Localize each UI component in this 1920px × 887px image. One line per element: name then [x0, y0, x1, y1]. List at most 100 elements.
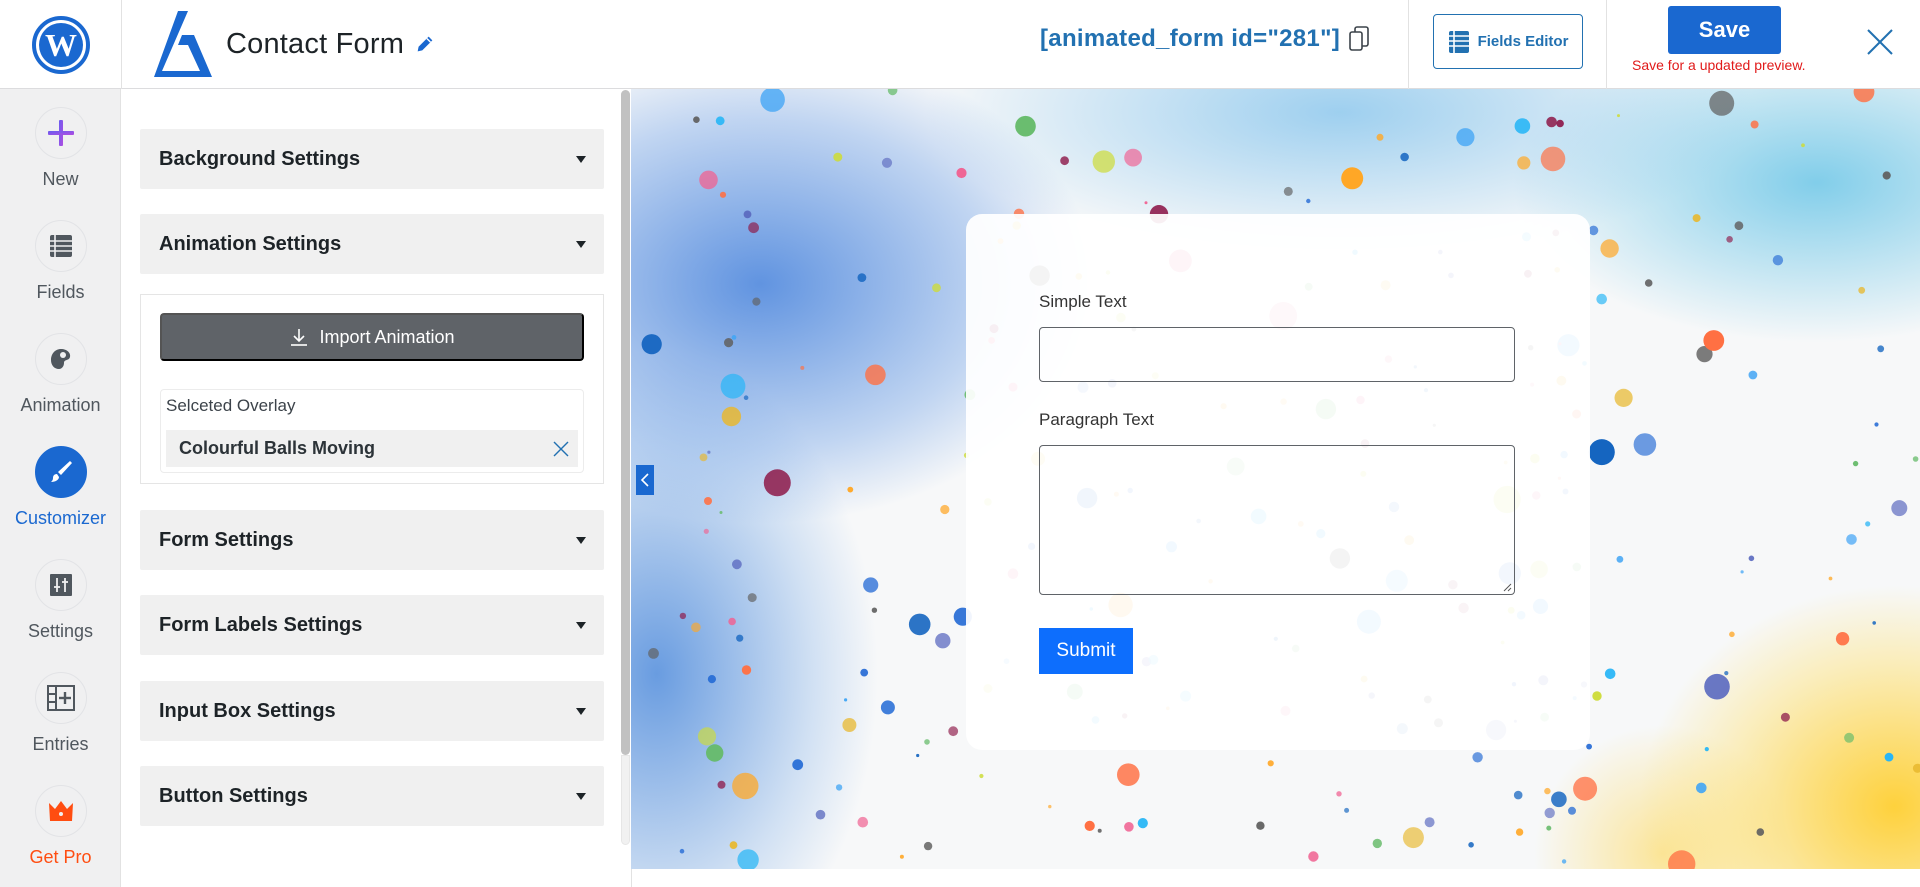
overlay-ball [1573, 776, 1598, 801]
accordion-input-box-settings[interactable]: Input Box Settings [140, 681, 604, 741]
overlay-ball [1884, 752, 1894, 762]
overlay-ball [1586, 743, 1592, 750]
overlay-ball [1853, 89, 1875, 103]
shortcode-text: [animated_form id="281"] [1040, 25, 1341, 52]
field-label-simple-text: Simple Text [1039, 292, 1127, 311]
save-button[interactable]: Save [1668, 6, 1781, 54]
overlay-ball [847, 486, 854, 493]
collapse-panel-button[interactable] [636, 465, 654, 495]
overlay-ball [916, 753, 920, 758]
form-title-area: Contact Form [148, 6, 436, 82]
overlay-ball [979, 773, 984, 779]
overlay-ball [1376, 133, 1384, 141]
overlay-ball [1144, 201, 1148, 205]
overlay-ball [1724, 671, 1729, 676]
overlay-ball [728, 617, 736, 626]
header-divider [1408, 0, 1409, 89]
accordion-form-labels-settings[interactable]: Form Labels Settings [140, 595, 604, 655]
overlay-ball [736, 634, 744, 642]
nav-label: Settings [27, 621, 94, 641]
remove-overlay-icon[interactable] [550, 438, 572, 460]
overlay-ball [648, 648, 659, 659]
overlay-ball [1912, 456, 1919, 462]
overlay-ball [833, 152, 843, 162]
fields-editor-button[interactable]: Fields Editor [1433, 14, 1583, 69]
download-icon [291, 329, 308, 346]
overlay-ball [1424, 817, 1435, 828]
nav-item-customizer[interactable]: Customizer [0, 446, 121, 529]
overlay-ball [1592, 691, 1602, 701]
overlay-ball [1568, 806, 1576, 815]
accordion-form-settings[interactable]: Form Settings [140, 510, 604, 570]
nav-icon-wrap [34, 672, 87, 724]
nav-item-settings[interactable]: Settings [0, 559, 121, 642]
selected-overlay-box: Selceted Overlay Colourful Balls Moving [160, 389, 584, 473]
overlay-ball [1858, 286, 1866, 294]
overlay-ball [792, 759, 804, 771]
nav-item-get-pro[interactable]: Get Pro [0, 785, 121, 868]
overlay-ball [1704, 747, 1709, 752]
accordion-animation-settings[interactable]: Animation Settings [140, 214, 604, 274]
table-plus-icon [46, 685, 75, 711]
overlay-ball [1912, 763, 1920, 773]
nav-label: New [42, 169, 79, 189]
overlay-ball [835, 784, 843, 791]
overlay-ball [1048, 804, 1052, 809]
import-animation-button[interactable]: Import Animation [160, 313, 584, 361]
overlay-ball [1596, 293, 1607, 305]
panel-scrollbar-thumb[interactable] [621, 90, 630, 755]
overlay-ball [1308, 851, 1319, 862]
nav-icon-wrap [34, 785, 87, 837]
overlay-ball [719, 511, 723, 514]
overlay-ball [956, 167, 967, 179]
nav-item-animation[interactable]: Animation [0, 333, 121, 416]
overlay-ball [1306, 198, 1311, 204]
left-navigation: New Fields Animation Customizer Settings… [0, 89, 121, 887]
form-card: Simple Text Paragraph Text Submit [966, 214, 1590, 750]
wordpress-home-link[interactable]: W [0, 0, 122, 89]
brush-icon [50, 461, 72, 482]
accordion-background-settings[interactable]: Background Settings [140, 129, 604, 189]
overlay-ball [1372, 838, 1382, 849]
resize-handle-icon[interactable] [1502, 582, 1512, 592]
overlay-ball [865, 364, 886, 386]
overlay-ball [720, 373, 746, 399]
caret-down-icon [576, 240, 586, 248]
overlay-ball [1514, 118, 1531, 134]
overlay-ball [724, 338, 734, 348]
overlay-ball [844, 698, 848, 702]
overlay-name: Colourful Balls Moving [179, 438, 375, 458]
nav-item-fields[interactable]: Fields [0, 220, 121, 303]
overlay-ball [679, 612, 687, 620]
overlay-ball [715, 116, 725, 126]
submit-button[interactable]: Submit [1039, 628, 1133, 674]
close-icon[interactable] [1862, 24, 1898, 60]
svg-text:W: W [45, 27, 77, 63]
nav-item-entries[interactable]: Entries [0, 672, 121, 755]
overlay-ball [1874, 422, 1879, 427]
overlay-ball [1400, 152, 1409, 162]
overlay-ball [691, 622, 701, 633]
caret-down-icon [576, 621, 586, 629]
overlay-ball [747, 593, 757, 603]
nav-icon-wrap [34, 446, 87, 498]
fields-editor-label: Fields Editor [1477, 33, 1569, 50]
paragraph-text-textarea[interactable] [1039, 445, 1515, 595]
nav-item-new[interactable]: New [0, 107, 121, 190]
accordion-button-settings[interactable]: Button Settings [140, 766, 604, 826]
preview-footer [631, 869, 1920, 887]
panel-scrollbar-track[interactable] [621, 755, 630, 845]
overlay-ball [1882, 171, 1891, 180]
overlay-ball [1729, 631, 1735, 638]
copy-icon[interactable] [1348, 26, 1370, 52]
overlay-ball [641, 334, 662, 355]
overlay-ball [760, 89, 785, 112]
pencil-icon[interactable] [414, 33, 436, 55]
overlay-ball [1877, 345, 1885, 353]
overlay-ball [1084, 820, 1095, 832]
overlay-ball [729, 841, 738, 849]
overlay-ball [1644, 279, 1653, 287]
simple-text-input[interactable] [1039, 327, 1515, 382]
shortcode-display: [animated_form id="281"] [1040, 25, 1370, 53]
overlay-ball [860, 668, 869, 677]
